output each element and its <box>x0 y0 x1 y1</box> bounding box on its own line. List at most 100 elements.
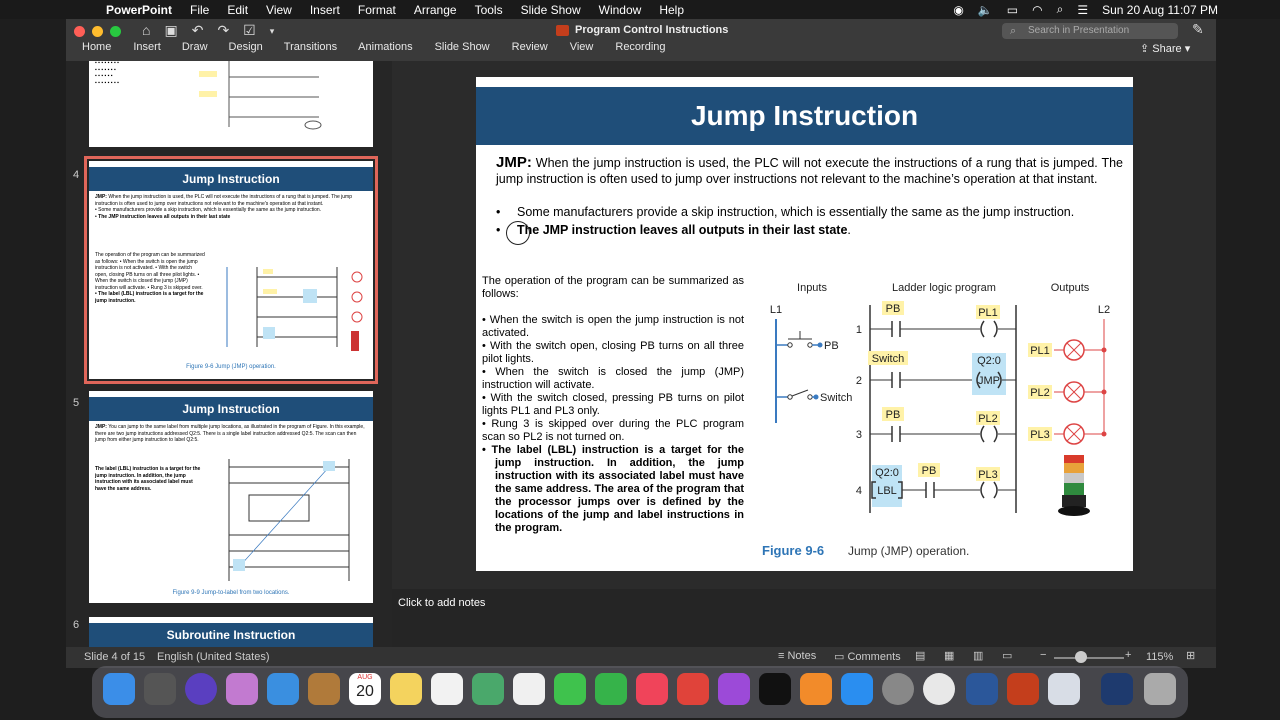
wifi-icon[interactable]: ◠ <box>1032 3 1042 17</box>
tab-review[interactable]: Review <box>512 41 548 59</box>
tab-view[interactable]: View <box>570 41 594 59</box>
zoom-button[interactable] <box>110 26 121 37</box>
menu-file[interactable]: File <box>190 3 209 17</box>
ribbon-tabs: Home Insert Draw Design Transitions Anim… <box>66 41 666 59</box>
notes-app-icon[interactable] <box>390 673 422 705</box>
menu-help[interactable]: Help <box>659 3 684 17</box>
customize-icon[interactable]: ▾ <box>270 22 275 40</box>
calendar-icon[interactable]: AUG 20 <box>349 673 381 705</box>
normal-view-icon[interactable]: ▤ <box>915 649 925 662</box>
zoom-in-button[interactable]: + <box>1125 649 1131 661</box>
tab-design[interactable]: Design <box>229 41 263 59</box>
jmp-paragraph[interactable]: JMP: When the jump instruction is used, … <box>496 155 1123 187</box>
zoom-out-button[interactable]: − <box>1040 649 1046 661</box>
save-icon[interactable]: ▣ <box>164 22 177 40</box>
check-icon[interactable]: ☑ <box>243 22 256 40</box>
menu-format[interactable]: Format <box>358 3 396 17</box>
calculator-icon[interactable] <box>144 673 176 705</box>
slide-canvas[interactable]: Jump Instruction JMP: When the jump inst… <box>476 77 1133 571</box>
zoom-slider[interactable] <box>1054 657 1124 659</box>
tab-home[interactable]: Home <box>82 41 111 59</box>
clock[interactable]: Sun 20 Aug 11:07 PM <box>1102 3 1218 17</box>
menu-arrange[interactable]: Arrange <box>414 3 457 17</box>
ladder-logic-figure[interactable]: Inputs Ladder logic program Outputs L1 L… <box>758 273 1133 571</box>
menu-insert[interactable]: Insert <box>310 3 340 17</box>
preview-icon[interactable] <box>1048 673 1080 705</box>
siri-icon[interactable] <box>185 673 217 705</box>
downloads-folder-icon[interactable] <box>1101 673 1133 705</box>
spotlight-icon[interactable]: ⌕ <box>1057 2 1064 17</box>
home-icon[interactable]: ⌂ <box>142 22 150 40</box>
fit-to-window-icon[interactable]: ⊞ <box>1186 649 1195 662</box>
redo-icon[interactable]: ↷ <box>217 22 229 40</box>
tab-draw[interactable]: Draw <box>182 41 208 59</box>
books-icon[interactable] <box>800 673 832 705</box>
slide-sorter-icon[interactable]: ▦ <box>944 649 954 662</box>
tab-slideshow[interactable]: Slide Show <box>435 41 490 59</box>
bullet-jmp-outputs[interactable]: The JMP instruction leaves all outputs i… <box>517 223 851 237</box>
menu-slideshow[interactable]: Slide Show <box>521 3 581 17</box>
record-icon[interactable]: ◉ <box>953 3 963 17</box>
zoom-level[interactable]: 115% <box>1146 651 1173 663</box>
notes-pane[interactable]: Click to add notes <box>392 589 1216 647</box>
undo-icon[interactable]: ↶ <box>192 22 204 40</box>
slide-title[interactable]: Jump Instruction <box>476 87 1133 145</box>
news-icon[interactable] <box>677 673 709 705</box>
tv-icon[interactable] <box>759 673 791 705</box>
slideshow-view-icon[interactable]: ▭ <box>1002 649 1012 662</box>
tab-animations[interactable]: Animations <box>358 41 412 59</box>
launchpad-icon[interactable] <box>226 673 258 705</box>
battery-icon[interactable]: ▭ <box>1007 3 1018 17</box>
thumbnail-slide-3[interactable]: ▪ ▪ ▪ ▪ ▪ ▪ ▪ ▪ ▪ ▪ ▪ ▪ ▪ ▪ ▪ ▪ ▪ ▪ ▪ ▪ ▪ ▪… <box>89 61 373 147</box>
volume-icon[interactable]: 🔈 <box>978 3 993 17</box>
contacts-icon[interactable] <box>308 673 340 705</box>
slide-thumbnail-pane[interactable]: ▪ ▪ ▪ ▪ ▪ ▪ ▪ ▪ ▪ ▪ ▪ ▪ ▪ ▪ ▪ ▪ ▪ ▪ ▪ ▪ ▪ ▪… <box>66 61 392 647</box>
notes-button[interactable]: ≡ Notes <box>778 650 816 662</box>
chrome-icon[interactable] <box>923 673 955 705</box>
svg-text:JMP: JMP <box>978 375 1000 387</box>
share-button[interactable]: ⇪ Share ▾ <box>1140 42 1190 55</box>
maps-icon[interactable] <box>472 673 504 705</box>
messages-icon[interactable] <box>554 673 586 705</box>
thumbnail-slide-6[interactable]: Subroutine Instruction <box>89 617 373 647</box>
language-indicator[interactable]: English (United States) <box>157 651 270 663</box>
tab-transitions[interactable]: Transitions <box>284 41 337 59</box>
menu-tools[interactable]: Tools <box>475 3 503 17</box>
bullet-skip-instruction[interactable]: Some manufacturers provide a skip instru… <box>517 205 1127 219</box>
zoom-slider-thumb[interactable] <box>1075 651 1087 663</box>
word-icon[interactable] <box>966 673 998 705</box>
thumbnail-slide-4[interactable]: Jump Instruction JMP: When the jump inst… <box>84 156 378 384</box>
tab-insert[interactable]: Insert <box>133 41 161 59</box>
mail-icon[interactable] <box>267 673 299 705</box>
menu-window[interactable]: Window <box>599 3 642 17</box>
outputs-header: Outputs <box>1051 282 1090 294</box>
finder-icon[interactable] <box>103 673 135 705</box>
trash-icon[interactable] <box>1144 673 1176 705</box>
svg-text:PL2: PL2 <box>978 413 998 425</box>
search-input[interactable]: ⌕ Search in Presentation <box>1002 23 1178 39</box>
svg-text:PL3: PL3 <box>1030 429 1050 441</box>
thumbnail-ladder-diagram <box>228 459 350 581</box>
reminders-icon[interactable] <box>431 673 463 705</box>
menu-edit[interactable]: Edit <box>227 3 248 17</box>
tab-recording[interactable]: Recording <box>615 41 665 59</box>
app-store-icon[interactable] <box>841 673 873 705</box>
menu-app[interactable]: PowerPoint <box>106 3 172 17</box>
close-button[interactable] <box>74 26 85 37</box>
menu-view[interactable]: View <box>266 3 292 17</box>
powerpoint-window: ⌂ ▣ ↶ ↷ ☑ ▾ Program Control Instructions… <box>66 19 1216 668</box>
photos-icon[interactable] <box>513 673 545 705</box>
music-icon[interactable] <box>636 673 668 705</box>
reading-view-icon[interactable]: ▥ <box>973 649 983 662</box>
minimize-button[interactable] <box>92 26 103 37</box>
powerpoint-dock-icon[interactable] <box>1007 673 1039 705</box>
feedback-icon[interactable]: ✎ <box>1192 21 1204 38</box>
comments-button[interactable]: ▭ Comments <box>834 650 901 663</box>
facetime-icon[interactable] <box>595 673 627 705</box>
thumbnail-slide-5[interactable]: Jump Instruction JMP: You can jump to th… <box>89 391 373 603</box>
control-center-icon[interactable]: ☰ <box>1077 3 1088 17</box>
operation-summary[interactable]: The operation of the program can be summ… <box>482 275 744 535</box>
system-preferences-icon[interactable] <box>882 673 914 705</box>
svg-text:PL2: PL2 <box>1030 387 1050 399</box>
podcasts-icon[interactable] <box>718 673 750 705</box>
